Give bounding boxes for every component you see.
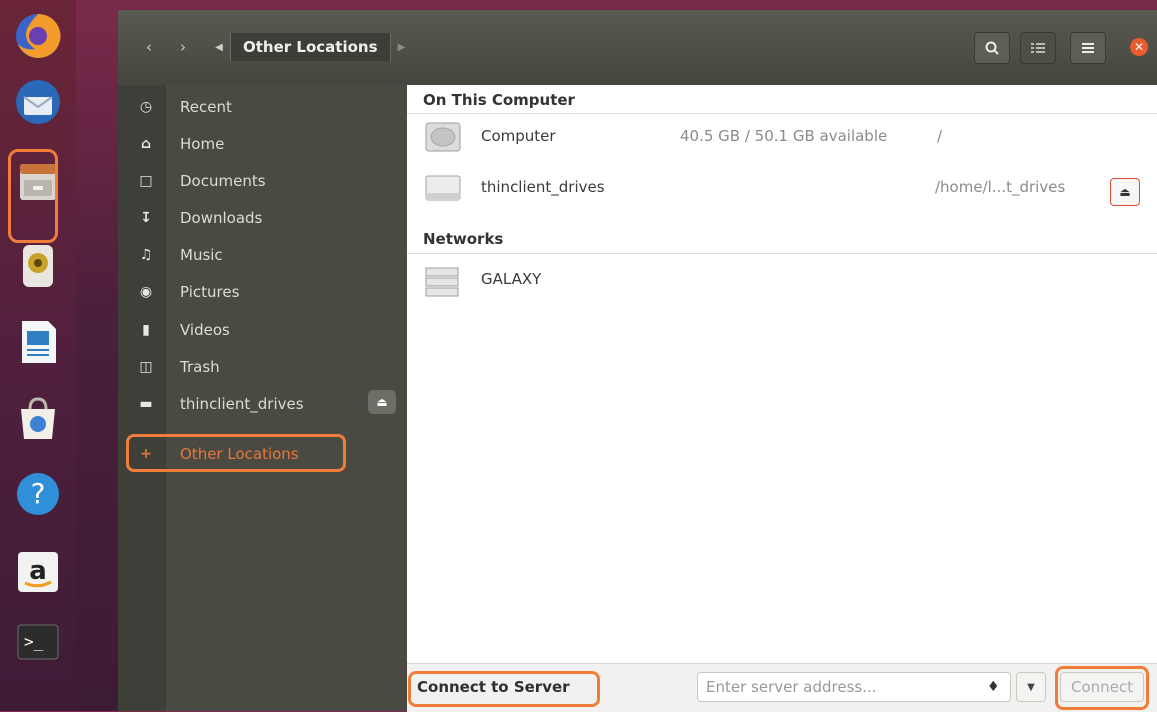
sidebar-item-music[interactable]: ♫ Music — [118, 236, 407, 273]
section-header-networks: Networks — [423, 230, 504, 248]
help-diamond-icon[interactable]: ♦ — [987, 679, 1000, 695]
thunderbird-icon[interactable] — [6, 70, 70, 134]
location-row-thinclient-drives[interactable]: thinclient_drives /home/l...t_drives — [407, 165, 1157, 209]
sidebar-item-label: Recent — [180, 97, 232, 116]
path-left-arrow-icon[interactable]: ◀ — [208, 33, 230, 61]
sidebar-item-documents[interactable]: □ Documents — [118, 162, 407, 199]
location-name: thinclient_drives — [481, 178, 605, 196]
firefox-icon[interactable] — [6, 4, 70, 68]
location-row-galaxy[interactable]: GALAXY — [407, 257, 1157, 301]
close-icon[interactable]: ✕ — [1130, 38, 1148, 56]
sidebar: ◷ Recent ⌂ Home □ Documents ↧ Downloads … — [118, 85, 407, 711]
writer-icon[interactable] — [6, 310, 70, 374]
sidebar-item-label: Pictures — [180, 282, 240, 301]
sidebar-item-label: Home — [180, 134, 225, 153]
path-right-arrow-icon[interactable]: ▶ — [391, 33, 413, 61]
software-icon[interactable] — [6, 386, 70, 450]
sidebar-item-home[interactable]: ⌂ Home — [118, 125, 407, 162]
connect-button-highlight — [1055, 666, 1149, 710]
sidebar-item-label: Trash — [180, 357, 220, 376]
drive-icon: ▬ — [139, 395, 153, 412]
help-icon[interactable]: ? — [6, 462, 70, 526]
svg-text:?: ? — [31, 477, 46, 510]
sidebar-item-label: thinclient_drives — [180, 394, 304, 413]
files-window: ‹ › ◀ Other Locations ▶ ✕ ◷ Recent ⌂ Hom… — [118, 10, 1157, 712]
sidebar-item-label: Music — [180, 245, 223, 264]
network-server-icon — [425, 267, 459, 297]
header-bar: ‹ › ◀ Other Locations ▶ ✕ — [118, 10, 1157, 85]
location-row-computer[interactable]: Computer 40.5 GB / 50.1 GB available / — [407, 114, 1157, 158]
chevron-down-icon[interactable]: ▼ — [1016, 672, 1046, 702]
mount-point: / — [937, 127, 943, 145]
other-locations-highlight — [126, 434, 346, 472]
sidebar-item-label: Documents — [180, 171, 266, 190]
sidebar-item-thinclient-drives[interactable]: ▬ thinclient_drives — [118, 385, 407, 422]
terminal-icon[interactable]: >_ — [6, 610, 70, 674]
view-list-icon[interactable] — [1020, 32, 1056, 64]
location-name: Computer — [481, 127, 556, 145]
search-icon[interactable] — [974, 32, 1010, 64]
svg-text:a: a — [29, 556, 47, 586]
eject-icon[interactable]: ⏏ — [1110, 178, 1140, 206]
mount-path: /home/l...t_drives — [935, 178, 1066, 196]
camera-icon: ◉ — [139, 283, 153, 300]
forward-icon[interactable]: › — [172, 34, 194, 60]
rhythmbox-icon[interactable] — [6, 234, 70, 298]
document-icon: □ — [139, 172, 153, 189]
sidebar-item-recent[interactable]: ◷ Recent — [118, 88, 407, 125]
hard-disk-icon — [425, 122, 461, 152]
amazon-icon[interactable]: a — [6, 540, 70, 604]
drive-icon — [425, 175, 461, 201]
section-header-on-this-computer: On This Computer — [423, 91, 575, 109]
home-icon: ⌂ — [140, 135, 152, 152]
video-icon: ▮ — [142, 321, 150, 338]
sidebar-item-trash[interactable]: ◫ Trash — [118, 348, 407, 385]
sidebar-item-pictures[interactable]: ◉ Pictures — [118, 273, 407, 310]
download-icon: ↧ — [140, 209, 152, 226]
menu-icon[interactable] — [1070, 32, 1106, 64]
files-highlight — [8, 149, 58, 243]
sidebar-item-label: Downloads — [180, 208, 263, 227]
sidebar-eject-icon[interactable]: ⏏ — [368, 390, 396, 414]
main-content: On This Computer Computer 40.5 GB / 50.1… — [407, 85, 1157, 663]
sidebar-item-videos[interactable]: ▮ Videos — [118, 311, 407, 348]
sidebar-item-downloads[interactable]: ↧ Downloads — [118, 199, 407, 236]
trash-icon: ◫ — [139, 358, 153, 375]
back-icon[interactable]: ‹ — [138, 34, 160, 60]
connect-label-highlight — [408, 671, 600, 707]
server-address-input[interactable] — [697, 672, 1011, 702]
connect-bar: Connect to Server ♦ ▼ Connect — [407, 663, 1157, 712]
disk-usage: 40.5 GB / 50.1 GB available — [680, 127, 888, 145]
breadcrumb[interactable]: Other Locations — [230, 33, 391, 61]
sidebar-item-label: Videos — [180, 320, 230, 339]
clock-icon: ◷ — [139, 98, 153, 115]
music-icon: ♫ — [139, 246, 153, 263]
svg-text:>_: >_ — [24, 632, 44, 651]
dock: ? a >_ — [0, 0, 76, 711]
path-bar: ◀ Other Locations ▶ — [208, 33, 413, 61]
divider — [407, 253, 1157, 254]
location-name: GALAXY — [481, 270, 542, 288]
